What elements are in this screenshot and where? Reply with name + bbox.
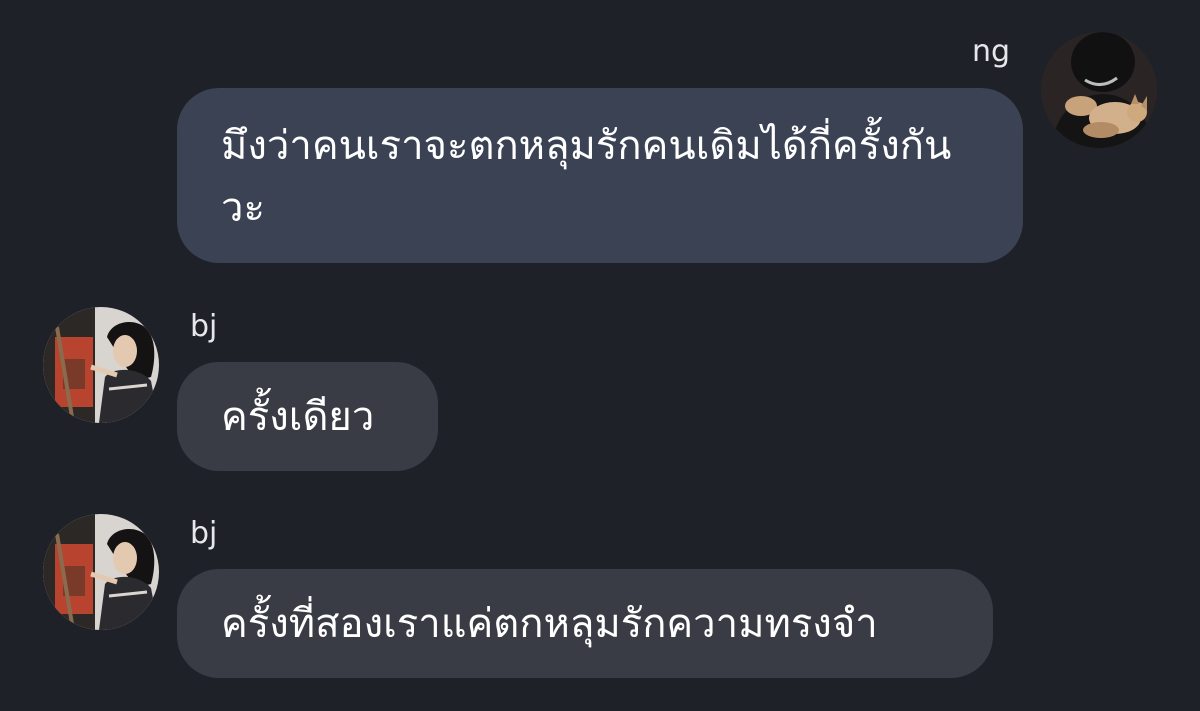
avatar-ng[interactable] <box>1041 32 1157 148</box>
avatar-bj[interactable] <box>43 514 159 630</box>
message-bubble[interactable]: ครั้งเดียว <box>177 362 438 471</box>
sender-name: ng <box>971 34 1010 69</box>
avatar-bj-image <box>43 514 159 630</box>
message-text: ครั้งที่สองเราแค่ตกหลุมรักความทรงจำ <box>221 601 878 647</box>
avatar-bj-image <box>43 307 159 423</box>
message-text: มึงว่าคนเราจะตกหลุมรักคนเดิมได้กี่ครั้งก… <box>221 123 952 231</box>
avatar-bj[interactable] <box>43 307 159 423</box>
message-bubble[interactable]: มึงว่าคนเราจะตกหลุมรักคนเดิมได้กี่ครั้งก… <box>177 88 1023 263</box>
message-text: ครั้งเดียว <box>221 394 375 440</box>
sender-name: bj <box>190 516 218 551</box>
sender-name: bj <box>190 309 218 344</box>
chat-view: ng มึงว่าคนเราจะตกหลุมรักคนเดิมได้กี่ครั… <box>0 0 1200 711</box>
avatar-ng-image <box>1041 32 1157 148</box>
message-bubble[interactable]: ครั้งที่สองเราแค่ตกหลุมรักความทรงจำ <box>177 569 993 678</box>
